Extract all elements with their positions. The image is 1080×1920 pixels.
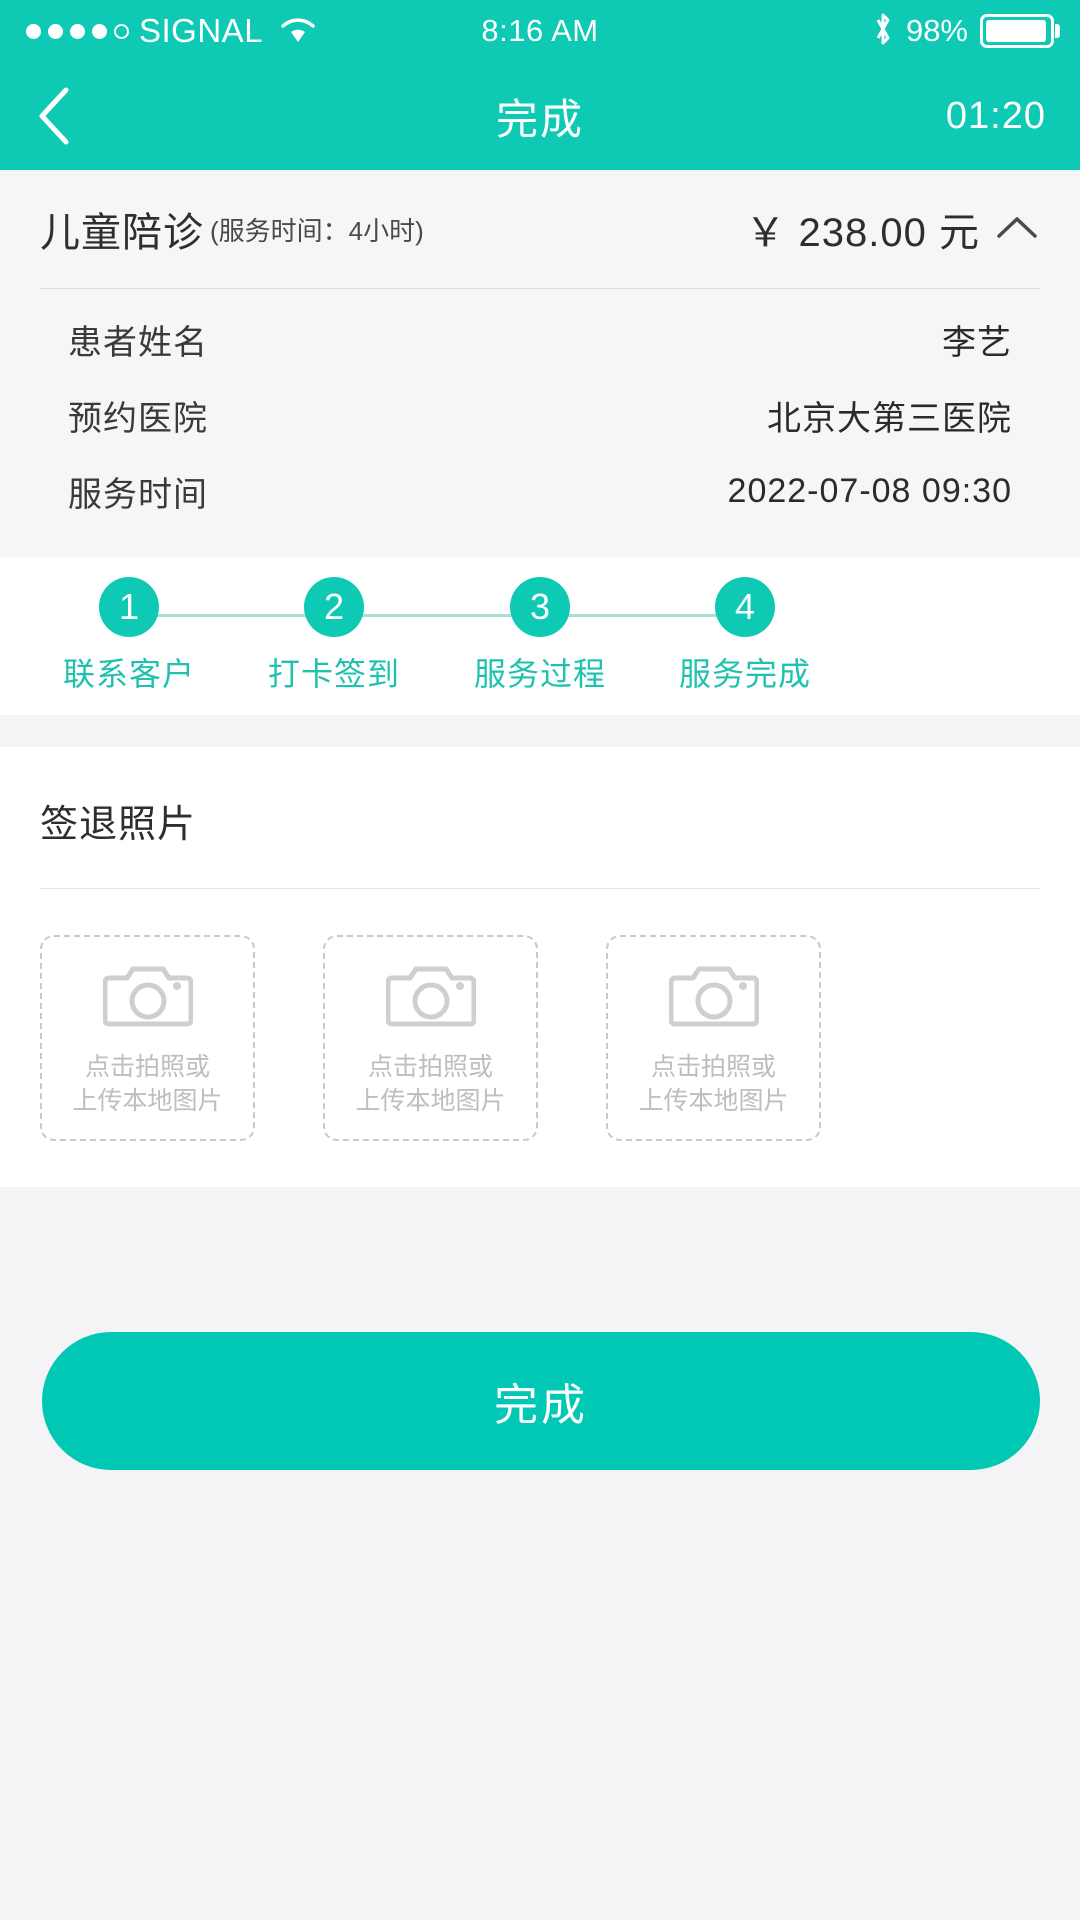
order-header[interactable]: 儿童陪诊 (服务时间：4小时) ￥ 238.00 元 bbox=[40, 170, 1040, 288]
patient-name-label: 患者姓名 bbox=[68, 323, 208, 362]
signal-dot-4 bbox=[92, 23, 107, 39]
upload-hint: 点击拍照或 上传本地图片 bbox=[638, 1051, 788, 1119]
status-bar-right: 98% bbox=[872, 10, 1054, 53]
page-title: 完成 bbox=[495, 95, 584, 143]
camera-icon bbox=[385, 958, 476, 1035]
signal-dot-3 bbox=[70, 23, 85, 39]
service-time-value: 2022-07-08 09:30 bbox=[727, 471, 1012, 510]
stepper-step-1[interactable]: 1 联系客户 bbox=[49, 577, 209, 695]
navigation-bar: 完成 01:20 bbox=[0, 62, 1080, 170]
stepper-step-2[interactable]: 2 打卡签到 bbox=[254, 577, 414, 695]
photo-upload-slot-3[interactable]: 点击拍照或 上传本地图片 bbox=[606, 935, 821, 1141]
stepper-connector-line bbox=[129, 614, 745, 617]
upload-hint-line2: 上传本地图片 bbox=[72, 1086, 223, 1115]
service-name: 儿童陪诊 bbox=[40, 211, 204, 255]
order-info-rows: 患者姓名 李艺 预约医院 北京大第三医院 服务时间 2022-07-08 09:… bbox=[40, 289, 1040, 557]
submit-complete-button[interactable]: 完成 bbox=[42, 1332, 1040, 1470]
signal-dot-2 bbox=[48, 23, 63, 39]
footer-area: 完成 bbox=[0, 1306, 1080, 1920]
checkout-photos-card: 签退照片 点击拍照或 上传本地图片 点击拍照或 上传本地图片 点击拍照或 上传本… bbox=[0, 747, 1080, 1187]
step-number-badge: 2 bbox=[304, 577, 364, 637]
step-label: 服务过程 bbox=[473, 656, 606, 692]
step-label: 服务完成 bbox=[678, 656, 811, 692]
step-number-badge: 3 bbox=[510, 577, 570, 637]
service-time-label: 服务时间 bbox=[68, 475, 208, 514]
status-bar-left: SIGNAL bbox=[26, 12, 317, 50]
signal-dot-5 bbox=[114, 23, 129, 39]
camera-icon bbox=[102, 958, 193, 1035]
signal-strength-dots bbox=[26, 23, 129, 39]
countdown-timer: 01:20 bbox=[945, 94, 1046, 137]
upload-hint-line2: 上传本地图片 bbox=[638, 1086, 789, 1115]
upload-hint-line1: 点击拍照或 bbox=[84, 1052, 210, 1081]
wifi-icon bbox=[279, 14, 317, 49]
upload-hint: 点击拍照或 上传本地图片 bbox=[355, 1051, 505, 1119]
photo-upload-slot-1[interactable]: 点击拍照或 上传本地图片 bbox=[40, 935, 255, 1141]
step-label: 联系客户 bbox=[62, 656, 195, 692]
table-row: 服务时间 2022-07-08 09:30 bbox=[40, 453, 1040, 529]
table-row: 患者姓名 李艺 bbox=[40, 301, 1040, 377]
upload-hint-line2: 上传本地图片 bbox=[355, 1086, 506, 1115]
step-number-badge: 4 bbox=[715, 577, 775, 637]
hospital-value: 北京大第三医院 bbox=[767, 399, 1012, 438]
step-label: 打卡签到 bbox=[267, 656, 400, 692]
photo-upload-slot-2[interactable]: 点击拍照或 上传本地图片 bbox=[323, 935, 538, 1141]
service-duration: (服务时间：4小时) bbox=[210, 215, 424, 246]
section-gap bbox=[0, 715, 1080, 747]
app-screen: SIGNAL 8:16 AM 98% 完成 01:20 儿童陪诊 (服务时间：4… bbox=[0, 0, 1080, 1920]
status-bar: SIGNAL 8:16 AM 98% bbox=[0, 0, 1080, 62]
section-title: 签退照片 bbox=[40, 804, 197, 846]
patient-name-value: 李艺 bbox=[942, 323, 1012, 362]
battery-fill bbox=[986, 20, 1046, 42]
battery-percent-label: 98% bbox=[905, 13, 968, 48]
stepper-step-3[interactable]: 3 服务过程 bbox=[460, 577, 620, 695]
order-price: ￥ 238.00 元 bbox=[745, 211, 980, 255]
table-row: 预约医院 北京大第三医院 bbox=[40, 377, 1040, 453]
hospital-label: 预约医院 bbox=[68, 399, 208, 438]
photo-upload-row: 点击拍照或 上传本地图片 点击拍照或 上传本地图片 点击拍照或 上传本地图片 bbox=[40, 889, 1040, 1141]
upload-hint-line1: 点击拍照或 bbox=[367, 1052, 493, 1081]
upload-hint: 点击拍照或 上传本地图片 bbox=[72, 1051, 222, 1119]
signal-dot-1 bbox=[26, 23, 41, 39]
order-summary-card: 儿童陪诊 (服务时间：4小时) ￥ 238.00 元 患者姓名 李艺 预约医院 … bbox=[0, 170, 1080, 557]
upload-hint-line1: 点击拍照或 bbox=[650, 1052, 776, 1081]
battery-icon bbox=[980, 14, 1054, 48]
step-number-badge: 1 bbox=[99, 577, 159, 637]
camera-icon bbox=[668, 958, 759, 1035]
price-area: ￥ 238.00 元 bbox=[745, 200, 1040, 258]
progress-stepper: 1 联系客户 2 打卡签到 3 服务过程 4 服务完成 bbox=[0, 557, 1080, 715]
progress-stepper-card: 1 联系客户 2 打卡签到 3 服务过程 4 服务完成 bbox=[0, 557, 1080, 715]
collapse-toggle-button[interactable] bbox=[994, 211, 1040, 248]
chevron-up-icon bbox=[997, 216, 1037, 238]
stepper-step-4[interactable]: 4 服务完成 bbox=[665, 577, 825, 695]
bluetooth-icon bbox=[872, 10, 894, 53]
carrier-label: SIGNAL bbox=[139, 12, 264, 49]
